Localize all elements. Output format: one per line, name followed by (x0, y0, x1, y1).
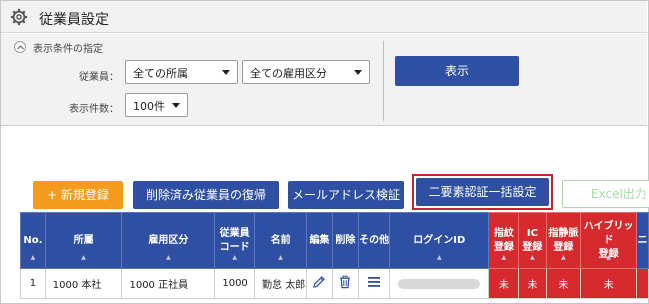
restore-deleted-button[interactable]: 削除済み従業員の復帰 (133, 181, 279, 209)
col-header-dept[interactable]: 所屬 ▲ (44, 212, 123, 269)
cell-login-id (389, 268, 490, 299)
col-header-emp-type[interactable]: 雇用区分 ▲ (121, 212, 216, 269)
col-header-name[interactable]: 名前 ▲ (254, 212, 308, 269)
show-button[interactable]: 表示 (395, 56, 519, 86)
display-count-select-value: 100件 (133, 100, 165, 113)
redacted-login-id (398, 278, 481, 289)
department-select-value: 全ての所属 (133, 67, 188, 80)
employee-label: 従業員： (79, 72, 119, 83)
two-factor-bulk-button[interactable]: 二要素認証一括設定 (416, 178, 549, 206)
table-row: 1 1000 本社 1000 正社員 1000 勤怠 太郎 未 未 未 未 (20, 268, 649, 299)
cell-dept: 1000 本社 (44, 268, 123, 299)
title-bar: 従業員設定 (1, 1, 647, 33)
filter-heading: 表示条件の指定 (33, 44, 103, 55)
col-header-no[interactable]: No. ▲ (20, 212, 46, 269)
cell-name: 勤怠 太郎 (254, 268, 308, 299)
col-header-fingerprint[interactable]: 指紋 登録 ▲ (488, 212, 520, 269)
edit-cell (306, 268, 333, 299)
trash-icon[interactable] (338, 275, 352, 289)
cell-no: 1 (20, 268, 46, 299)
employment-type-select-value: 全ての雇用区分 (250, 67, 327, 80)
page-title: 従業員設定 (39, 12, 109, 28)
col-header-hybrid[interactable]: ハイブリッド 登録 ▲ (580, 212, 637, 269)
table-header-row: No. ▲ 所屬 ▲ 雇用区分 ▲ 従業員 コード ▲ 名前 ▲ 編集 削除 その他 ログイ… (20, 212, 649, 269)
col-header-delete: 削除 (331, 212, 360, 269)
filter-panel: 表示条件の指定 従業員： 全ての所属 全ての雇用区分 表示件数： 100件 (1, 34, 647, 126)
add-employee-button[interactable]: + 新規登録 (33, 181, 123, 209)
employee-table: No. ▲ 所屬 ▲ 雇用区分 ▲ 従業員 コード ▲ 名前 ▲ 編集 削除 その他 ログイ… (20, 212, 649, 299)
department-select[interactable]: 全ての所属 (125, 60, 238, 84)
cell-ic: 未 (518, 268, 547, 299)
col-header-other: その他 (358, 212, 391, 269)
display-count-label: 表示件数： (69, 104, 119, 115)
menu-icon[interactable] (367, 276, 381, 288)
dropdown-caret-icon (222, 70, 230, 75)
dropdown-caret-icon (354, 70, 362, 75)
other-cell (358, 268, 391, 299)
gear-icon (10, 8, 28, 26)
employment-type-select[interactable]: 全ての雇用区分 (242, 60, 370, 84)
col-header-finger-vein[interactable]: 指静脈 登録 ▲ (545, 212, 582, 269)
pencil-icon[interactable] (312, 275, 326, 289)
col-header-code[interactable]: 従業員 コード ▲ (214, 212, 256, 269)
display-count-select[interactable]: 100件 (125, 93, 188, 117)
col-header-ic[interactable]: IC 登録 ▲ (518, 212, 547, 269)
cell-cut (635, 268, 649, 299)
excel-export-button[interactable]: Excel出力 (562, 180, 649, 208)
filter-divider (383, 41, 384, 121)
cell-finger-vein: 未 (545, 268, 582, 299)
cell-hybrid: 未 (580, 268, 637, 299)
delete-cell (331, 268, 360, 299)
cell-code: 1000 (214, 268, 256, 299)
chevron-up-icon (17, 45, 24, 50)
col-header-edit: 編集 (306, 212, 333, 269)
col-header-login-id[interactable]: ログインID ▲ (389, 212, 490, 269)
col-header-cut: ニ (635, 212, 649, 269)
collapse-filter-button[interactable] (14, 41, 26, 53)
cell-fingerprint: 未 (488, 268, 520, 299)
excel-export-label: Excel出力 (591, 187, 647, 201)
verify-email-button[interactable]: メールアドレス検証 (288, 181, 404, 209)
dropdown-caret-icon (172, 103, 180, 108)
cell-emp-type: 1000 正社員 (121, 268, 216, 299)
